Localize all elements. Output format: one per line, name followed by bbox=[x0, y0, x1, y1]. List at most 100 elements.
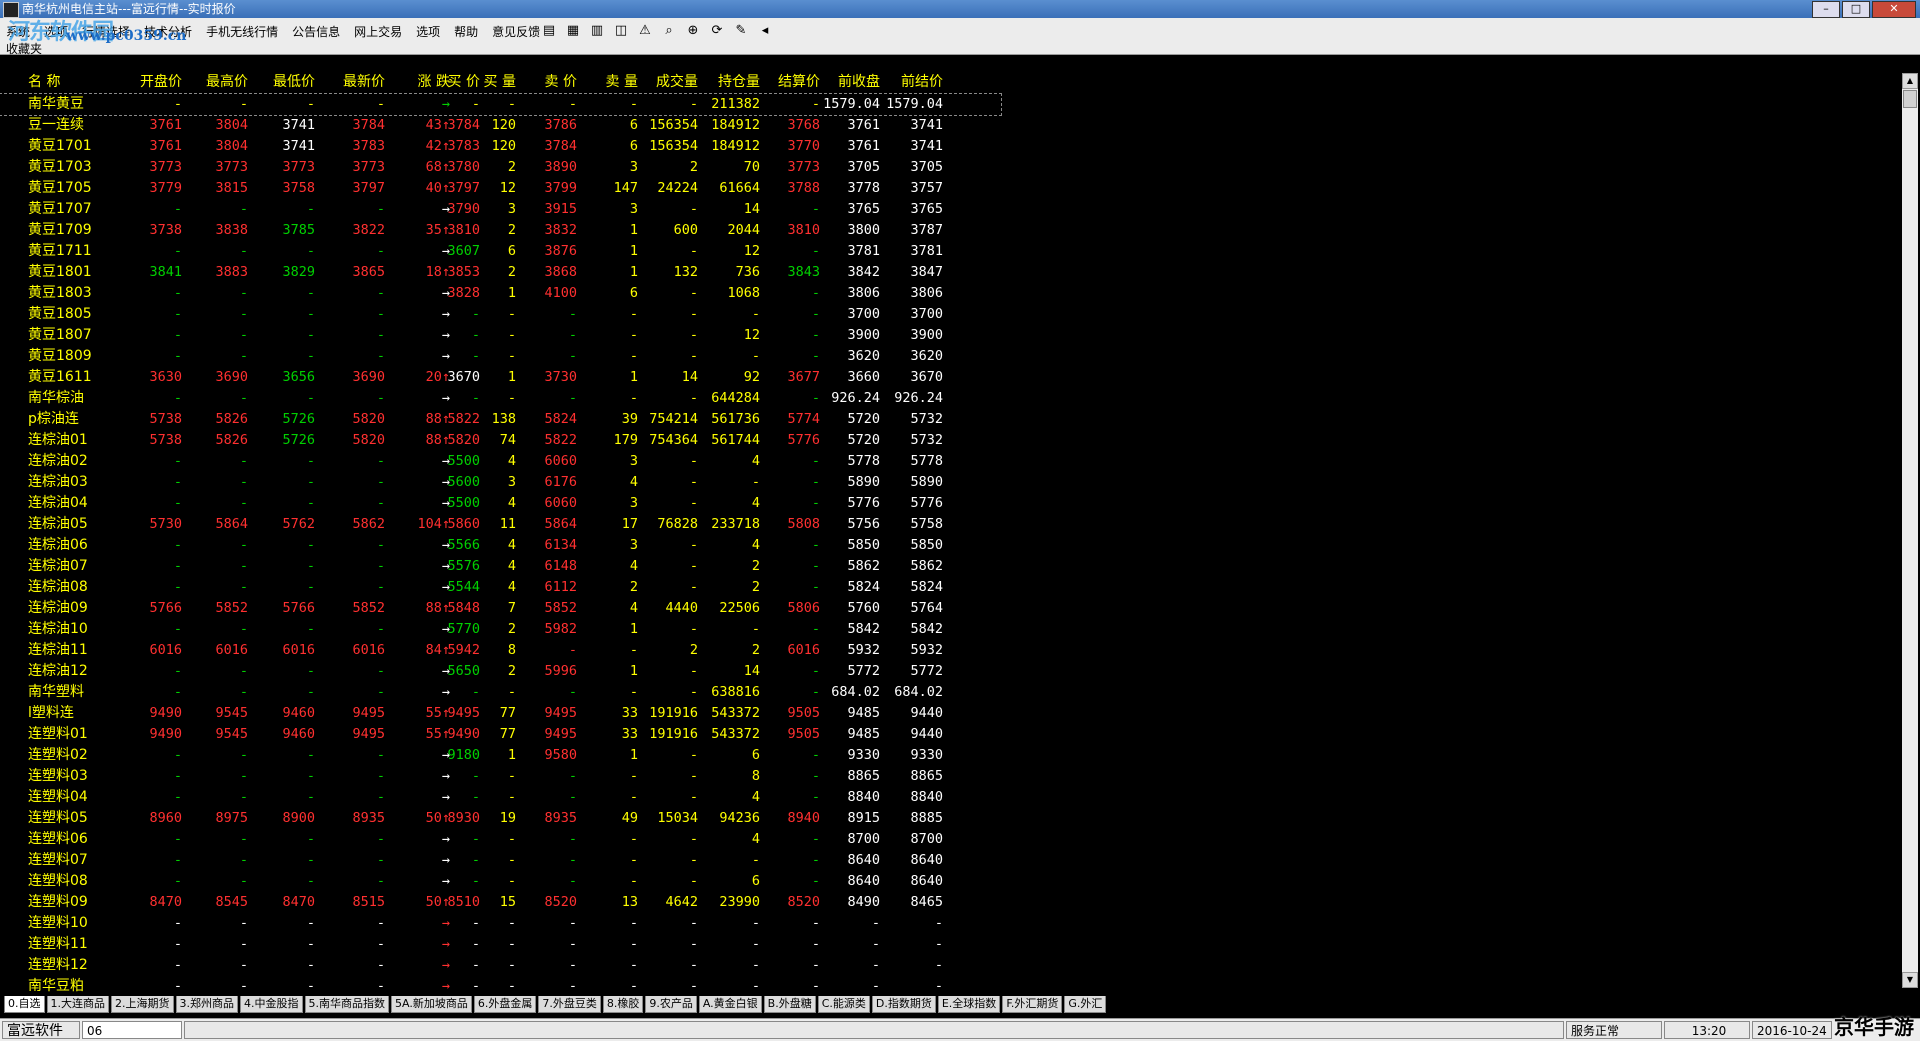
market-tab[interactable]: F.外汇期货 bbox=[1002, 996, 1063, 1013]
table-row[interactable]: 黄豆1805- - - - → - - - - - - -3700 3700 bbox=[0, 304, 1001, 325]
table-row[interactable]: 黄豆1809- - - - → - - - - - - -3620 3620 bbox=[0, 346, 1001, 367]
market-tab[interactable]: 3.郑州商品 bbox=[175, 996, 238, 1013]
column-header[interactable]: 买 量 bbox=[454, 73, 516, 92]
table-row[interactable]: 连塑料10- - - - → - - - - - - - - - bbox=[0, 913, 1001, 934]
table-row[interactable]: 连棕油09 5766 5852 5766 5852 88↑ 5848 7 5852 4 4440 22… bbox=[0, 598, 1001, 619]
table-row[interactable]: 南华黄豆 - - - - → - - - - -211382-1579.04 1579.04 bbox=[0, 93, 1002, 116]
table-row[interactable]: 连塑料12- - - - → - - - - - - - - - bbox=[0, 955, 1001, 976]
table-row[interactable]: 连棕油02- - - - → 5500 4 6060 3-4-5778 5778 bbox=[0, 451, 1001, 472]
market-tab[interactable]: 5.南华商品指数 bbox=[304, 996, 389, 1013]
comment-icon[interactable]: ▤ bbox=[540, 21, 558, 39]
column-header[interactable]: 卖 量 bbox=[576, 73, 638, 92]
market-tab[interactable]: D.指数期货 bbox=[871, 996, 936, 1013]
column-header[interactable]: 最新价 bbox=[323, 73, 385, 92]
table-row[interactable]: 连棕油03- - - - → 5600 3 6176 4- - -5890 5890 bbox=[0, 472, 1001, 493]
table-row[interactable]: 连塑料06- - - - → - - - - -4-8700 8700 bbox=[0, 829, 1001, 850]
arrow-icon[interactable]: ◂ bbox=[756, 21, 774, 39]
table-row[interactable]: 连塑料02- - - - → 9180 1 9580 1-6-9330 9330 bbox=[0, 745, 1001, 766]
chart-icon[interactable]: ◫ bbox=[612, 21, 630, 39]
column-header[interactable]: 持仓量 bbox=[698, 73, 760, 92]
table-row[interactable]: l塑料连 9490 9545 9460 9495 55↑ 9495 77 9495 33 19191… bbox=[0, 703, 1001, 724]
quote-cell: 8520 bbox=[787, 894, 820, 910]
refresh-icon[interactable]: ⟳ bbox=[708, 21, 726, 39]
scroll-down-icon[interactable]: ▼ bbox=[1902, 972, 1918, 988]
table-row[interactable]: 黄豆1707- - - - → 3790 3 3915 3-14-3765 3765 bbox=[0, 199, 1001, 220]
market-tab[interactable]: 1.大连商品 bbox=[46, 996, 109, 1013]
table-row[interactable]: 连棕油12- - - - → 5650 2 5996 1-14-5772 5772 bbox=[0, 661, 1001, 682]
table-row[interactable]: 黄豆1701 3761 3804 3741 3783 42↑ 3783 120 3784 6 156… bbox=[0, 136, 1001, 157]
table-row[interactable]: 连棕油06- - - - → 5566 4 6134 3-4-5850 5850 bbox=[0, 535, 1001, 556]
market-tab[interactable]: A.黄金白银 bbox=[698, 996, 762, 1013]
table-row[interactable]: 黄豆1711- - - - → 3607 6 3876 1-12-3781 3781 bbox=[0, 241, 1001, 262]
market-tab[interactable]: 7.外盘豆类 bbox=[538, 996, 601, 1013]
table-row[interactable]: 豆一连续 3761 3804 3741 3784 43↑ 3784 120 3786 6 15635… bbox=[0, 115, 1001, 136]
menu-item[interactable]: 帮助 bbox=[454, 22, 478, 42]
column-header[interactable]: 最低价 bbox=[253, 73, 315, 92]
market-tab[interactable]: 9.农产品 bbox=[645, 996, 697, 1013]
market-tab[interactable]: 8.橡胶 bbox=[602, 996, 644, 1013]
menu-item[interactable]: 公告信息 bbox=[292, 22, 340, 42]
table-row[interactable]: 连塑料08- - - - → - - - - -6-8640 8640 bbox=[0, 871, 1001, 892]
market-tab[interactable]: 5A.新加坡商品 bbox=[391, 996, 472, 1013]
column-header[interactable]: 前收盘 bbox=[818, 73, 880, 92]
column-header[interactable]: 成交量 bbox=[636, 73, 698, 92]
vertical-scrollbar[interactable]: ▲ ▼ bbox=[1902, 73, 1918, 988]
table-row[interactable]: 连棕油08- - - - → 5544 4 6112 2-2-5824 5824 bbox=[0, 577, 1001, 598]
table-row[interactable]: 连塑料01 9490 9545 9460 9495 55↑ 9490 77 9495 33 1919… bbox=[0, 724, 1001, 745]
grid-icon[interactable]: ▦ bbox=[564, 21, 582, 39]
column-header[interactable]: 卖 价 bbox=[515, 73, 577, 92]
table-row[interactable]: 黄豆1709 3738 3838 3785 3822 35↑ 3810 2 3832 1 600 20… bbox=[0, 220, 1001, 241]
warning-icon[interactable]: ⚠ bbox=[636, 21, 654, 39]
code-input[interactable]: 06 bbox=[82, 1021, 182, 1039]
table-row[interactable]: 黄豆1803- - - - → 3828 1 4100 6-1068-3806 3806 bbox=[0, 283, 1001, 304]
market-tab[interactable]: 0.自选 bbox=[4, 996, 45, 1013]
scroll-thumb[interactable] bbox=[1903, 90, 1917, 108]
scroll-up-icon[interactable]: ▲ bbox=[1902, 73, 1918, 89]
table-row[interactable]: 黄豆1705 3779 3815 3758 3797 40↑ 3797 12 3799 147 24… bbox=[0, 178, 1001, 199]
table-row[interactable]: 连塑料07- - - - → - - - - - - -8640 8640 bbox=[0, 850, 1001, 871]
table-row[interactable]: 连塑料04- - - - → - - - - -4-8840 8840 bbox=[0, 787, 1001, 808]
market-tab[interactable]: C.能源类 bbox=[817, 996, 870, 1013]
favorites-label[interactable]: 收藏夹 bbox=[6, 40, 42, 57]
close-button[interactable]: ✕ bbox=[1872, 1, 1916, 18]
pen-icon[interactable]: ✎ bbox=[732, 21, 750, 39]
market-tab[interactable]: 6.外盘金属 bbox=[473, 996, 537, 1013]
column-header[interactable]: 结算价 bbox=[758, 73, 820, 92]
table-row[interactable]: 连塑料11- - - - → - - - - - - - - - bbox=[0, 934, 1001, 955]
table-row[interactable]: 连棕油10- - - - → 5770 2 5982 1- - -5842 5842 bbox=[0, 619, 1001, 640]
minimize-button[interactable]: – bbox=[1812, 1, 1840, 18]
table-row[interactable]: 连棕油07- - - - → 5576 4 6148 4-2-5862 5862 bbox=[0, 556, 1001, 577]
column-header[interactable]: 开盘价 bbox=[120, 73, 182, 92]
table-row[interactable]: 黄豆1807- - - - → - - - - -12-3900 3900 bbox=[0, 325, 1001, 346]
column-header[interactable]: 名 称 bbox=[28, 73, 128, 92]
maximize-button[interactable]: □ bbox=[1842, 1, 1870, 18]
column-header[interactable]: 最高价 bbox=[186, 73, 248, 92]
table-row[interactable]: 黄豆1801 3841 3883 3829 3865 18↑ 3853 2 3868 1 132 73… bbox=[0, 262, 1001, 283]
table-row[interactable]: 连塑料09 8470 8545 8470 8515 50↑ 8510 15 8520 13 4642… bbox=[0, 892, 1001, 913]
market-tab[interactable]: G.外汇 bbox=[1064, 996, 1107, 1013]
table-row[interactable]: 南华塑料 - - - - → - - - - -638816-684.02 684.02 bbox=[0, 682, 1001, 703]
bars-icon[interactable]: ▥ bbox=[588, 21, 606, 39]
menu-item[interactable]: 手机无线行情 bbox=[206, 22, 278, 42]
table-row[interactable]: 连棕油11 6016 6016 6016 6016 84↑ 5942 8- -2 2 6016 593… bbox=[0, 640, 1001, 661]
menu-item[interactable]: 选项 bbox=[416, 22, 440, 42]
table-row[interactable]: 南华棕油 - - - - → - - - - -644284-926.24 926.24 bbox=[0, 388, 1001, 409]
menu-item[interactable]: 网上交易 bbox=[354, 22, 402, 42]
table-row[interactable]: 南华豆粕 - - - - → - - - - - - - - - bbox=[0, 976, 1001, 997]
table-row[interactable]: 黄豆1611 3630 3690 3656 3690 20↑ 3670 1 3730 1 14 92 3… bbox=[0, 367, 1001, 388]
column-header[interactable]: 前结价 bbox=[881, 73, 943, 92]
table-row[interactable]: 黄豆1703 3773 3773 3773 3773 68↑ 3780 2 3890 3 2 70 37… bbox=[0, 157, 1001, 178]
search-icon[interactable]: ⌕ bbox=[660, 21, 678, 39]
table-row[interactable]: 连塑料05 8960 8975 8900 8935 50↑ 8930 19 8935 49 1503… bbox=[0, 808, 1001, 829]
table-row[interactable]: 连塑料03- - - - → - - - - -8-8865 8865 bbox=[0, 766, 1001, 787]
zoom-icon[interactable]: ⊕ bbox=[684, 21, 702, 39]
market-tab[interactable]: B.外盘糖 bbox=[763, 996, 816, 1013]
table-row[interactable]: 连棕油04- - - - → 5500 4 6060 3-4-5776 5776 bbox=[0, 493, 1001, 514]
table-row[interactable]: p棕油连 5738 5826 5726 5820 88↑ 5822 138 5824 39 7542… bbox=[0, 409, 1001, 430]
market-tab[interactable]: E.全球指数 bbox=[937, 996, 1001, 1013]
table-row[interactable]: 连棕油05 5730 5864 5762 5862 104↑ 5860 11 5864 17 768… bbox=[0, 514, 1001, 535]
table-row[interactable]: 连棕油01 5738 5826 5726 5820 88↑ 5820 74 5822 179 754… bbox=[0, 430, 1001, 451]
market-tab[interactable]: 4.中金股指 bbox=[240, 996, 303, 1013]
market-tab[interactable]: 2.上海期货 bbox=[111, 996, 174, 1013]
menu-item[interactable]: 意见反馈 bbox=[492, 22, 540, 42]
